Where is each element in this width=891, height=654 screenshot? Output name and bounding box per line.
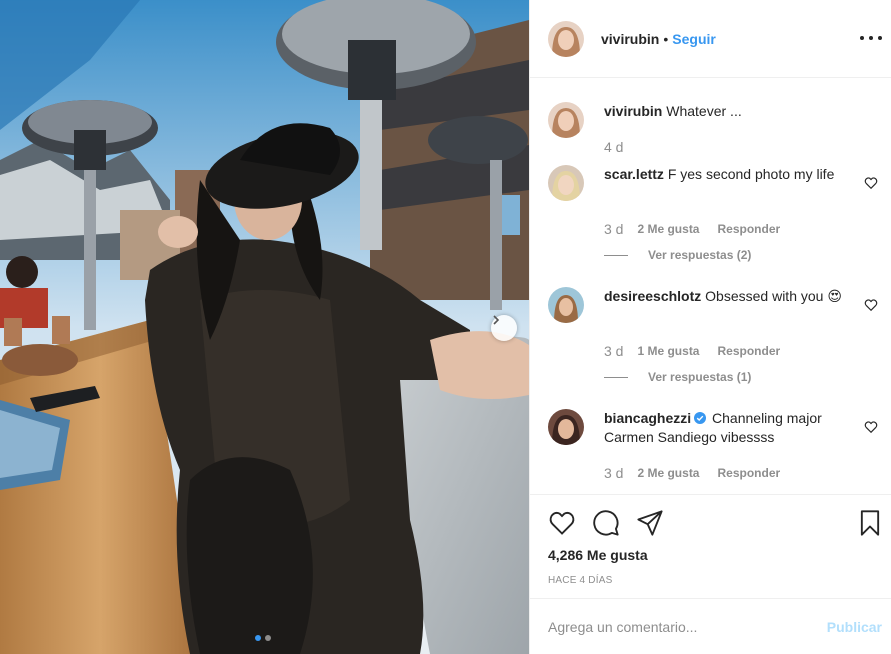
post-header: vivirubin • Seguir	[530, 0, 891, 78]
comment-body: biancaghezzi Channeling major Carmen San…	[604, 409, 844, 447]
reply-button[interactable]: Responder	[717, 344, 780, 358]
like-heart-icon[interactable]	[548, 509, 576, 537]
header-separator: •	[663, 30, 669, 47]
comment-bubble-icon[interactable]	[592, 509, 620, 537]
comment-body: scar.lettz F yes second photo my life	[604, 165, 844, 184]
comment-time[interactable]: 3 d	[604, 343, 623, 359]
comment-meta: 3 d 2 Me gusta Responder	[604, 221, 798, 237]
carousel-dot-2	[265, 635, 271, 641]
carousel-indicator	[255, 635, 271, 641]
more-options-icon[interactable]	[860, 28, 882, 48]
comment-avatar[interactable]	[548, 409, 584, 445]
author-username[interactable]: vivirubin	[601, 31, 659, 47]
follow-button[interactable]: Seguir	[672, 31, 716, 47]
view-replies-label: Ver respuestas (2)	[648, 248, 752, 262]
view-replies-button[interactable]: Ver respuestas (2)	[604, 248, 751, 262]
view-replies-button[interactable]: Ver respuestas (1)	[604, 370, 751, 384]
comment-input[interactable]	[548, 617, 808, 637]
comment-time[interactable]: 3 d	[604, 221, 623, 237]
comment-text: F yes second photo my life	[667, 166, 835, 182]
comment-likes[interactable]: 1 Me gusta	[637, 344, 699, 358]
next-slide-button[interactable]	[491, 315, 517, 341]
comment-meta: 3 d 2 Me gusta Responder	[604, 465, 798, 481]
comment-username[interactable]: biancaghezzi	[604, 410, 691, 426]
share-send-icon[interactable]	[636, 509, 664, 537]
comment-likes[interactable]: 2 Me gusta	[637, 222, 699, 236]
like-comment-heart-icon[interactable]	[864, 176, 878, 190]
comment-time[interactable]: 3 d	[604, 465, 623, 481]
carousel-dot-1	[255, 635, 261, 641]
post-sidebar: vivirubin • Seguir vivirubin Whatever ..…	[529, 0, 891, 654]
reply-button[interactable]: Responder	[717, 222, 780, 236]
comment-likes[interactable]: 2 Me gusta	[637, 466, 699, 480]
add-comment-bar: Publicar	[530, 598, 891, 654]
verified-badge-icon	[694, 412, 707, 424]
author-avatar[interactable]	[548, 20, 584, 57]
post-photo[interactable]	[0, 0, 529, 654]
caption-time[interactable]: 4 d	[604, 139, 623, 155]
caption-avatar[interactable]	[548, 102, 584, 138]
caption-body: vivirubin Whatever ...	[604, 102, 844, 121]
comments-list[interactable]: vivirubin Whatever ... 4 d scar.lettz F …	[530, 79, 891, 494]
like-comment-heart-icon[interactable]	[864, 298, 878, 312]
comment-avatar[interactable]	[548, 287, 584, 323]
caption-text: Whatever ...	[666, 103, 742, 119]
reply-button[interactable]: Responder	[717, 466, 780, 480]
replies-divider	[604, 376, 628, 378]
likes-count[interactable]: 4,286 Me gusta	[548, 547, 648, 563]
replies-divider	[604, 254, 628, 256]
post-actions: 4,286 Me gusta HACE 4 DÍAS	[530, 494, 891, 598]
publish-button[interactable]: Publicar	[827, 619, 882, 635]
comment-username[interactable]: desireeschlotz	[604, 288, 701, 304]
comment-text: Obsessed with you 😍	[705, 288, 842, 304]
comment-avatar[interactable]	[548, 165, 584, 201]
comment-meta: 3 d 1 Me gusta Responder	[604, 343, 798, 359]
comment-body: desireeschlotz Obsessed with you 😍	[604, 287, 844, 306]
instagram-post: vivirubin • Seguir vivirubin Whatever ..…	[0, 0, 891, 654]
save-bookmark-icon[interactable]	[856, 509, 884, 537]
comment-username[interactable]: scar.lettz	[604, 166, 664, 182]
caption-meta: 4 d	[604, 139, 637, 155]
chevron-right-icon	[493, 315, 500, 325]
like-comment-heart-icon[interactable]	[864, 420, 878, 434]
post-time[interactable]: HACE 4 DÍAS	[548, 575, 612, 586]
view-replies-label: Ver respuestas (1)	[648, 370, 752, 384]
caption-username[interactable]: vivirubin	[604, 103, 662, 119]
photo-illustration	[0, 0, 529, 654]
